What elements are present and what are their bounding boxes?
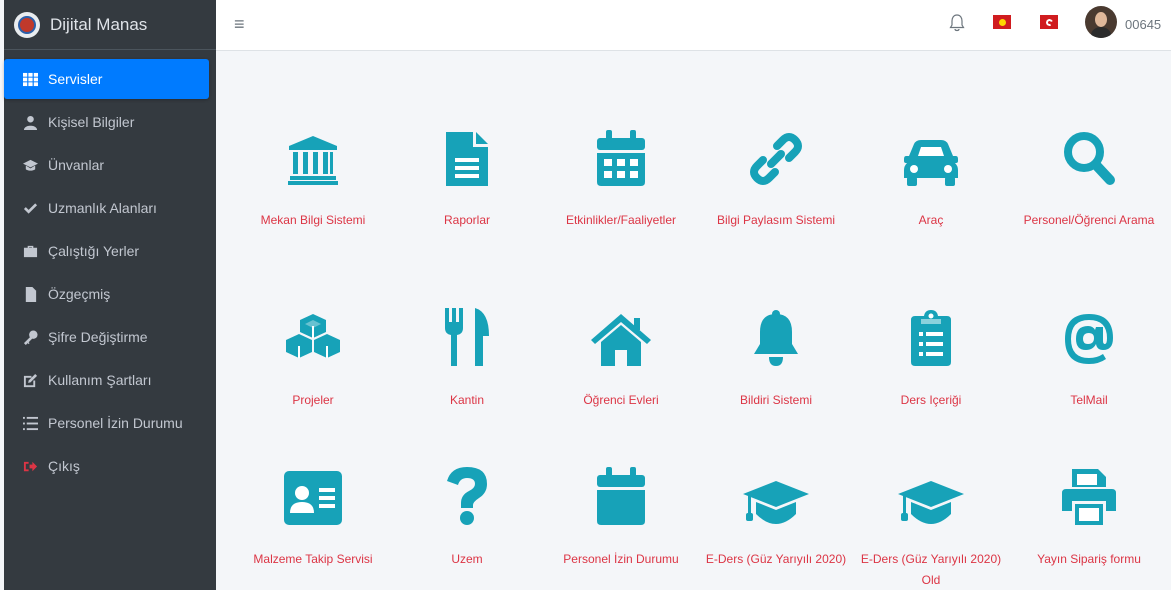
service-label: Araç <box>918 213 944 227</box>
service-label: Öğrenci Evleri <box>583 393 659 407</box>
check-icon <box>22 200 38 216</box>
service-arac[interactable]: Araç <box>856 124 1006 231</box>
service-label: Bildiri Sistemi <box>739 393 812 407</box>
service-label: Mekan Bilgi Sistemi <box>260 213 366 227</box>
sidebar-item-label: Kullanım Şartları <box>48 372 152 388</box>
service-label: Malzeme Takip Servisi <box>253 552 373 566</box>
service-bilgi-paylasim[interactable]: Bilgi Paylasım Sistemi <box>701 124 851 231</box>
avatar[interactable] <box>1085 6 1117 38</box>
service-label: E-Ders (Güz Yarıyılı 2020) <box>705 552 847 566</box>
menu-toggle-icon[interactable]: ≡ <box>234 14 245 35</box>
service-kantin[interactable]: Kantin <box>392 304 542 411</box>
sidebar-item-label: Çıkış <box>48 458 80 474</box>
clipboard-list-icon <box>856 304 1006 366</box>
service-label: Uzem <box>451 552 483 566</box>
service-label: Ders Içeriği <box>900 393 962 407</box>
service-label: Projeler <box>292 393 334 407</box>
language-turkish-flag-icon[interactable] <box>1040 15 1058 29</box>
service-bildiri-sistemi[interactable]: Bildiri Sistemi <box>701 304 851 411</box>
graduation-cap-icon <box>22 157 38 173</box>
id-card-icon <box>238 463 388 525</box>
sidebar: Dijital Manas Servisler Kişisel Bilgiler… <box>4 0 216 590</box>
graduation-cap-icon <box>856 463 1006 525</box>
sign-out-icon <box>22 458 38 474</box>
brand-title: Dijital Manas <box>50 14 148 34</box>
service-label: Yayın Sipariş formu <box>1037 552 1141 566</box>
graduation-cap-icon <box>701 463 851 525</box>
sidebar-item-uzmanlik-alanlari[interactable]: Uzmanlık Alanları <box>4 188 209 228</box>
sidebar-item-personel-izin-durumu[interactable]: Personel İzin Durumu <box>4 403 209 443</box>
sidebar-item-sifre-degistirme[interactable]: Şifre Değiştirme <box>4 317 209 357</box>
user-icon <box>22 114 38 130</box>
service-label: TelMail <box>1070 393 1108 407</box>
sidebar-item-servisler[interactable]: Servisler <box>4 59 209 99</box>
edit-icon <box>22 372 38 388</box>
printer-icon <box>1014 463 1164 525</box>
topbar: ≡ 00645 <box>216 0 1171 51</box>
service-label: Bilgi Paylasım Sistemi <box>716 213 836 227</box>
sidebar-item-cikis[interactable]: Çıkış <box>4 446 209 486</box>
service-e-ders-2020[interactable]: E-Ders (Güz Yarıyılı 2020) <box>701 463 851 570</box>
services-grid: Mekan Bilgi Sistemi Raporlar Etkinlikler… <box>216 51 1171 590</box>
cubes-icon <box>238 304 388 366</box>
service-projeler[interactable]: Projeler <box>238 304 388 411</box>
calendar-blank-icon <box>546 463 696 525</box>
service-ogrenci-evleri[interactable]: Öğrenci Evleri <box>546 304 696 411</box>
university-icon <box>238 124 388 186</box>
service-label: Kantin <box>449 393 485 407</box>
sidebar-item-kullanim-sartlari[interactable]: Kullanım Şartları <box>4 360 209 400</box>
home-icon <box>546 304 696 366</box>
car-icon <box>856 124 1006 186</box>
service-label: Raporlar <box>443 213 491 227</box>
service-ders-icerigi[interactable]: Ders Içeriği <box>856 304 1006 411</box>
service-e-ders-2020-old[interactable]: E-Ders (Güz Yarıyılı 2020) Old <box>856 463 1006 590</box>
search-icon <box>1014 124 1164 186</box>
service-label: E-Ders (Güz Yarıyılı 2020) Old <box>860 552 1002 587</box>
sidebar-item-calistigi-yerler[interactable]: Çalıştığı Yerler <box>4 231 209 271</box>
service-malzeme-takip[interactable]: Malzeme Takip Servisi <box>238 463 388 570</box>
notification-bell-icon[interactable] <box>949 14 965 32</box>
service-yayin-siparis[interactable]: Yayın Sipariş formu <box>1014 463 1164 570</box>
key-icon <box>22 329 38 345</box>
sidebar-item-ozgecmis[interactable]: Özgeçmiş <box>4 274 209 314</box>
sidebar-item-label: Özgeçmiş <box>48 286 111 302</box>
question-icon <box>392 463 542 525</box>
service-telmail[interactable]: TelMail <box>1014 304 1164 411</box>
calendar-icon <box>546 124 696 186</box>
language-kyrgyz-flag-icon[interactable] <box>993 15 1011 29</box>
sidebar-item-label: Kişisel Bilgiler <box>48 114 135 130</box>
list-icon <box>22 415 38 431</box>
link-icon <box>701 124 851 186</box>
sidebar-item-label: Servisler <box>48 71 103 87</box>
sidebar-item-label: Personel İzin Durumu <box>48 415 183 431</box>
service-raporlar[interactable]: Raporlar <box>392 124 542 231</box>
briefcase-icon <box>22 243 38 259</box>
brand[interactable]: Dijital Manas <box>4 0 216 50</box>
at-icon <box>1014 304 1164 366</box>
service-personel-ogrenci-arama[interactable]: Personel/Öğrenci Arama <box>1014 124 1164 231</box>
service-label: Personel/Öğrenci Arama <box>1023 213 1155 227</box>
service-personel-izin-durumu[interactable]: Personel İzin Durumu <box>546 463 696 570</box>
service-etkinlikler[interactable]: Etkinlikler/Faaliyetler <box>546 124 696 231</box>
sidebar-item-unvanlar[interactable]: Ünvanlar <box>4 145 209 185</box>
sidebar-item-label: Ünvanlar <box>48 157 105 173</box>
sidebar-nav: Servisler Kişisel Bilgiler Ünvanlar Uzma… <box>4 50 216 486</box>
bell-icon <box>701 304 851 366</box>
service-uzem[interactable]: Uzem <box>392 463 542 570</box>
file-icon <box>22 286 38 302</box>
utensils-icon <box>392 304 542 366</box>
service-label: Personel İzin Durumu <box>563 552 679 566</box>
university-logo <box>14 11 40 38</box>
service-label: Etkinlikler/Faaliyetler <box>565 213 677 227</box>
service-mekan-bilgi-sistemi[interactable]: Mekan Bilgi Sistemi <box>238 124 388 231</box>
grid-icon <box>22 71 38 87</box>
sidebar-item-kisisel-bilgiler[interactable]: Kişisel Bilgiler <box>4 102 209 142</box>
sidebar-item-label: Uzmanlık Alanları <box>48 200 157 216</box>
sidebar-item-label: Şifre Değiştirme <box>48 329 148 345</box>
document-icon <box>392 124 542 186</box>
username[interactable]: 00645 <box>1125 17 1161 32</box>
sidebar-item-label: Çalıştığı Yerler <box>48 243 140 259</box>
